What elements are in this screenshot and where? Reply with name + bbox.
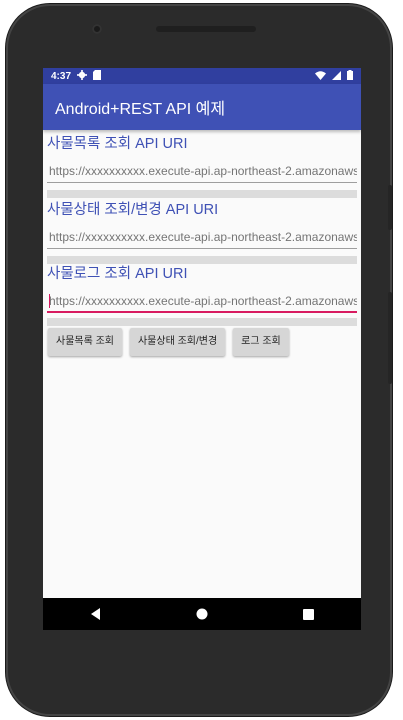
section-divider <box>47 256 357 264</box>
section-divider <box>47 190 357 198</box>
list-api-field <box>47 160 357 186</box>
back-icon[interactable] <box>81 604 111 624</box>
section-divider <box>47 318 357 326</box>
app-bar: Android+REST API 예제 <box>43 84 361 130</box>
sd-card-icon <box>93 69 102 83</box>
battery-icon <box>347 70 353 83</box>
signal-icon <box>332 70 341 83</box>
status-bar: 4:37 <box>43 68 361 84</box>
earpiece-speaker <box>156 26 256 32</box>
log-api-label: 사물로그 조회 API URI <box>47 266 188 282</box>
log-api-field <box>47 290 357 316</box>
gear-icon <box>77 69 88 83</box>
section-state-api: 사물상태 조회/변경 API URI <box>47 200 357 252</box>
log-api-input[interactable] <box>47 291 357 313</box>
section-list-api: 사물목록 조회 API URI <box>47 134 357 186</box>
state-api-input[interactable] <box>47 226 357 249</box>
list-things-button[interactable]: 사물목록 조회 <box>48 328 122 356</box>
power-button[interactable] <box>388 185 392 230</box>
section-log-api: 사물로그 조회 API URI <box>47 264 357 316</box>
home-icon[interactable] <box>187 604 217 624</box>
button-row: 사물목록 조회 사물상태 조회/변경 로그 조회 <box>48 328 289 356</box>
list-api-input[interactable] <box>47 160 357 183</box>
log-query-button[interactable]: 로그 조회 <box>233 328 289 356</box>
wifi-icon <box>315 70 326 83</box>
volume-button[interactable] <box>388 292 392 384</box>
text-cursor <box>49 294 50 308</box>
status-time: 4:37 <box>51 70 72 82</box>
front-camera <box>92 24 102 34</box>
recents-icon[interactable] <box>293 604 323 624</box>
thing-state-button[interactable]: 사물상태 조회/변경 <box>129 328 226 356</box>
state-api-field <box>47 226 357 252</box>
app-title: Android+REST API 예제 <box>55 101 226 118</box>
state-api-label: 사물상태 조회/변경 API URI <box>47 202 219 218</box>
list-api-label: 사물목록 조회 API URI <box>47 136 188 152</box>
navigation-bar <box>43 598 361 630</box>
device-screen: 4:37 Android+REST API 예제 사물목록 조회 API URI <box>43 68 361 630</box>
